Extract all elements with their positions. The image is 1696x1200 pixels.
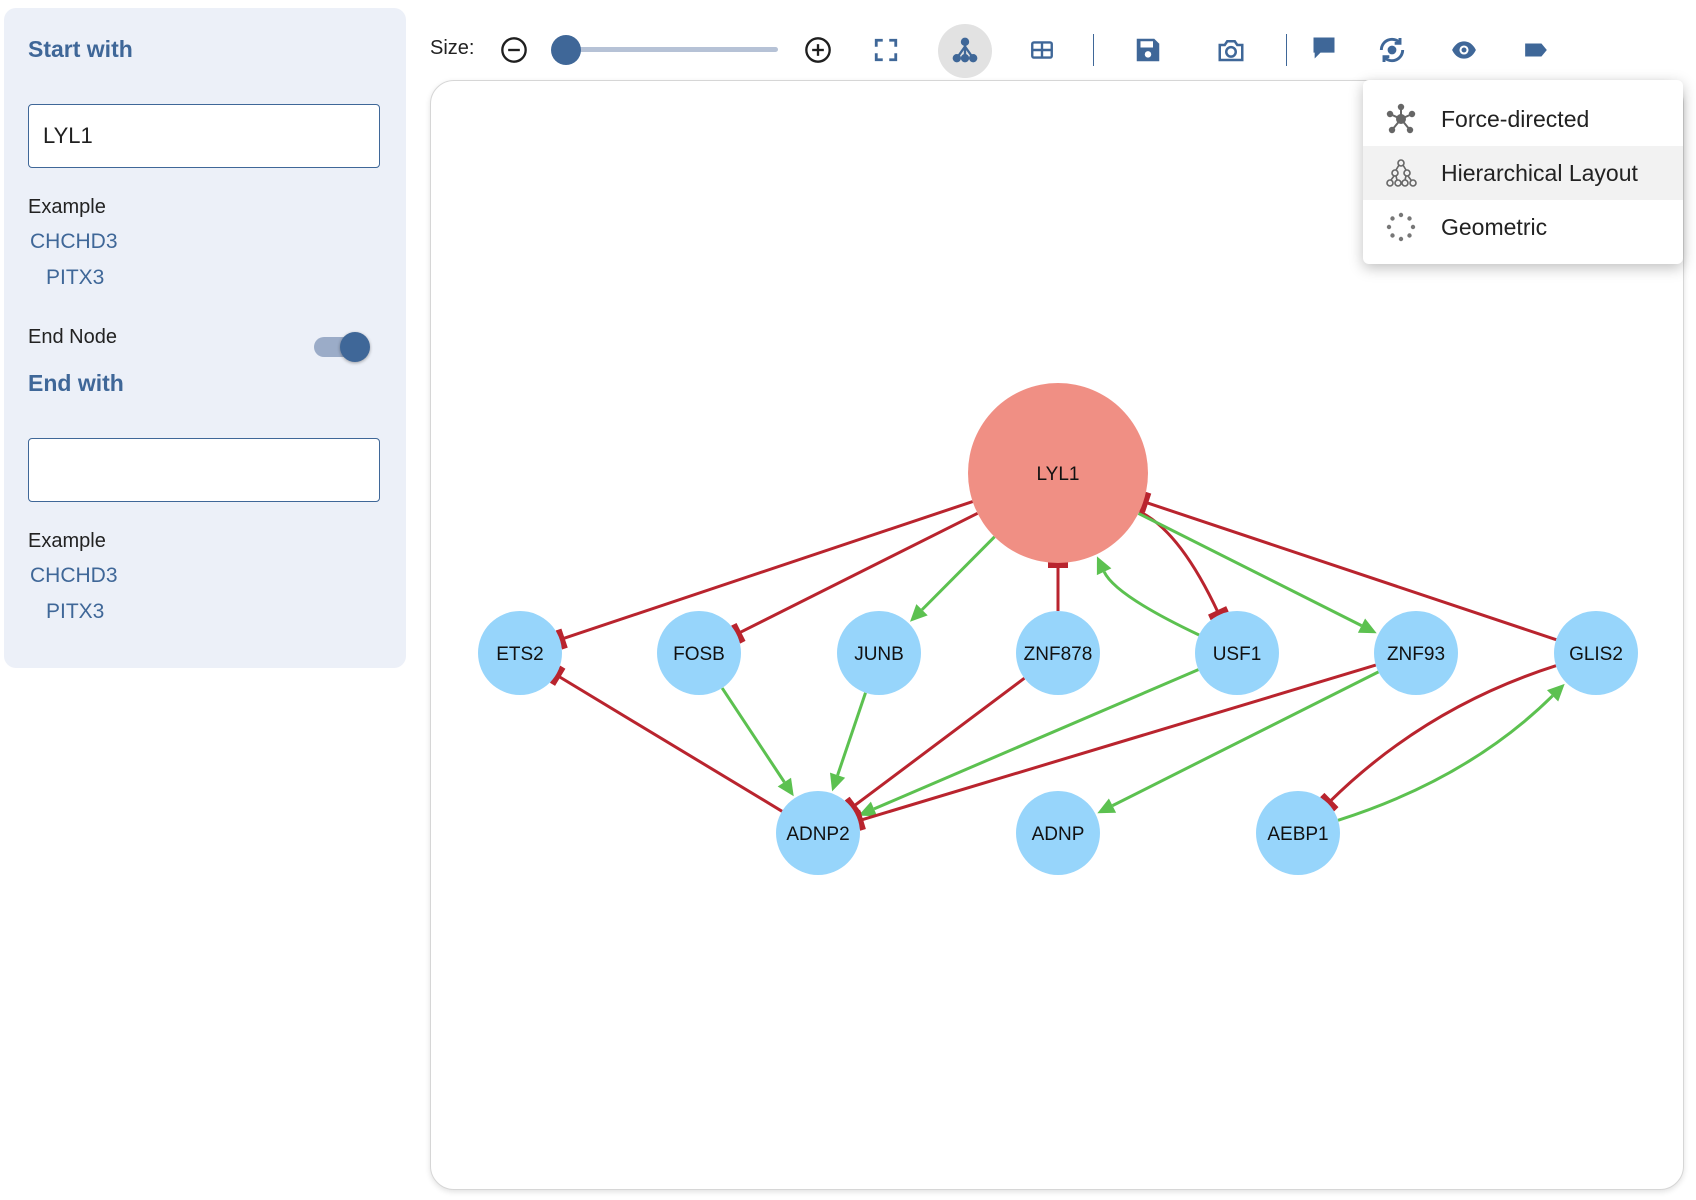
node-label: USF1 xyxy=(1213,644,1262,665)
node-znf878[interactable]: ZNF878 xyxy=(1016,611,1100,695)
node-label: ETS2 xyxy=(496,644,544,665)
eye-icon[interactable] xyxy=(1446,32,1482,68)
node-label: ADNP2 xyxy=(786,824,849,845)
start-with-title: Start with xyxy=(28,36,133,62)
node-label: ZNF93 xyxy=(1387,644,1445,665)
edge-glis2-to-lyl1-inhibition[interactable] xyxy=(1139,491,1557,642)
edge-usf1-to-adnp2-activation[interactable] xyxy=(858,668,1200,817)
edge-lyl1-to-usf1-inhibition[interactable] xyxy=(1138,510,1229,621)
node-label: ZNF878 xyxy=(1024,644,1093,665)
edge-znf878-to-adnp2-inhibition[interactable] xyxy=(844,677,1026,817)
end-node-input[interactable] xyxy=(28,438,380,502)
node-label: GLIS2 xyxy=(1569,644,1623,665)
layout-menu: Force-directed Hierarchical Layout Geome… xyxy=(1363,80,1683,264)
camera-icon[interactable] xyxy=(1213,32,1249,68)
end-node-toggle-thumb[interactable] xyxy=(340,332,370,362)
save-icon[interactable] xyxy=(1130,32,1166,68)
geometric-icon xyxy=(1386,212,1416,242)
refresh-icon[interactable] xyxy=(1374,32,1410,68)
start-node-input[interactable] xyxy=(28,104,380,168)
network-nodes: LYL1 ETS2 FOSB JUNB ZNF878 USF1 ZNF93 GLIS2 ADNP… xyxy=(478,383,1638,875)
size-slider-thumb[interactable] xyxy=(551,35,581,65)
node-ets2[interactable]: ETS2 xyxy=(478,611,562,695)
node-fosb[interactable]: FOSB xyxy=(657,611,741,695)
size-label: Size: xyxy=(430,37,475,59)
fit-screen-icon[interactable] xyxy=(868,32,904,68)
start-example-chchd3[interactable]: CHCHD3 xyxy=(30,230,118,254)
toolbar-divider xyxy=(1093,34,1094,66)
comment-icon[interactable] xyxy=(1306,30,1342,66)
node-adnp2[interactable]: ADNP2 xyxy=(776,791,860,875)
end-node-label: End Node xyxy=(28,326,117,348)
end-example-chchd3[interactable]: CHCHD3 xyxy=(30,564,118,588)
end-example-label: Example xyxy=(28,530,106,552)
layout-icon[interactable] xyxy=(947,32,983,68)
edge-znf878-to-lyl1-inhibition[interactable] xyxy=(1048,562,1068,611)
node-junb[interactable]: JUNB xyxy=(837,611,921,695)
node-label: LYL1 xyxy=(1037,464,1080,485)
edge-lyl1-to-junb-activation[interactable] xyxy=(910,535,996,622)
menu-item-force-directed[interactable]: Force-directed xyxy=(1363,92,1683,146)
node-aebp1[interactable]: AEBP1 xyxy=(1256,791,1340,875)
menu-item-hierarchical-layout[interactable]: Hierarchical Layout xyxy=(1363,146,1683,200)
start-example-pitx3[interactable]: PITX3 xyxy=(46,266,104,290)
hierarchical-icon xyxy=(1386,159,1417,187)
toolbar-divider-2 xyxy=(1286,34,1287,66)
node-usf1[interactable]: USF1 xyxy=(1195,611,1279,695)
edge-aebp1-to-glis2-activation[interactable] xyxy=(1337,683,1565,822)
zoom-in-icon[interactable] xyxy=(800,32,836,68)
menu-item-geometric[interactable]: Geometric xyxy=(1363,200,1683,254)
force-directed-icon xyxy=(1386,103,1416,134)
menu-item-label: Geometric xyxy=(1441,213,1548,240)
menu-item-label: Hierarchical Layout xyxy=(1441,159,1638,186)
search-sidebar: Start with Example CHCHD3 PITX3 End Node… xyxy=(4,8,406,668)
size-slider[interactable] xyxy=(566,47,778,52)
label-icon[interactable] xyxy=(1518,32,1554,68)
node-lyl1[interactable]: LYL1 xyxy=(968,383,1148,563)
node-adnp[interactable]: ADNP xyxy=(1016,791,1100,875)
edge-lyl1-to-znf93-activation[interactable] xyxy=(1137,512,1377,634)
start-example-label: Example xyxy=(28,196,106,218)
edge-usf1-to-lyl1-activation[interactable] xyxy=(1096,556,1200,637)
node-label: JUNB xyxy=(854,644,904,665)
end-with-title: End with xyxy=(28,370,124,396)
node-label: FOSB xyxy=(673,644,725,665)
zoom-out-icon[interactable] xyxy=(496,32,532,68)
edge-junb-to-adnp2-activation[interactable] xyxy=(830,692,867,792)
table-icon[interactable] xyxy=(1024,32,1060,68)
edge-adnp2-to-ets2-inhibition[interactable] xyxy=(549,665,783,813)
end-example-pitx3[interactable]: PITX3 xyxy=(46,600,104,624)
menu-item-label: Force-directed xyxy=(1441,105,1590,132)
node-label: ADNP xyxy=(1032,824,1085,845)
node-znf93[interactable]: ZNF93 xyxy=(1374,611,1458,695)
node-label: AEBP1 xyxy=(1267,824,1328,845)
node-glis2[interactable]: GLIS2 xyxy=(1554,611,1638,695)
